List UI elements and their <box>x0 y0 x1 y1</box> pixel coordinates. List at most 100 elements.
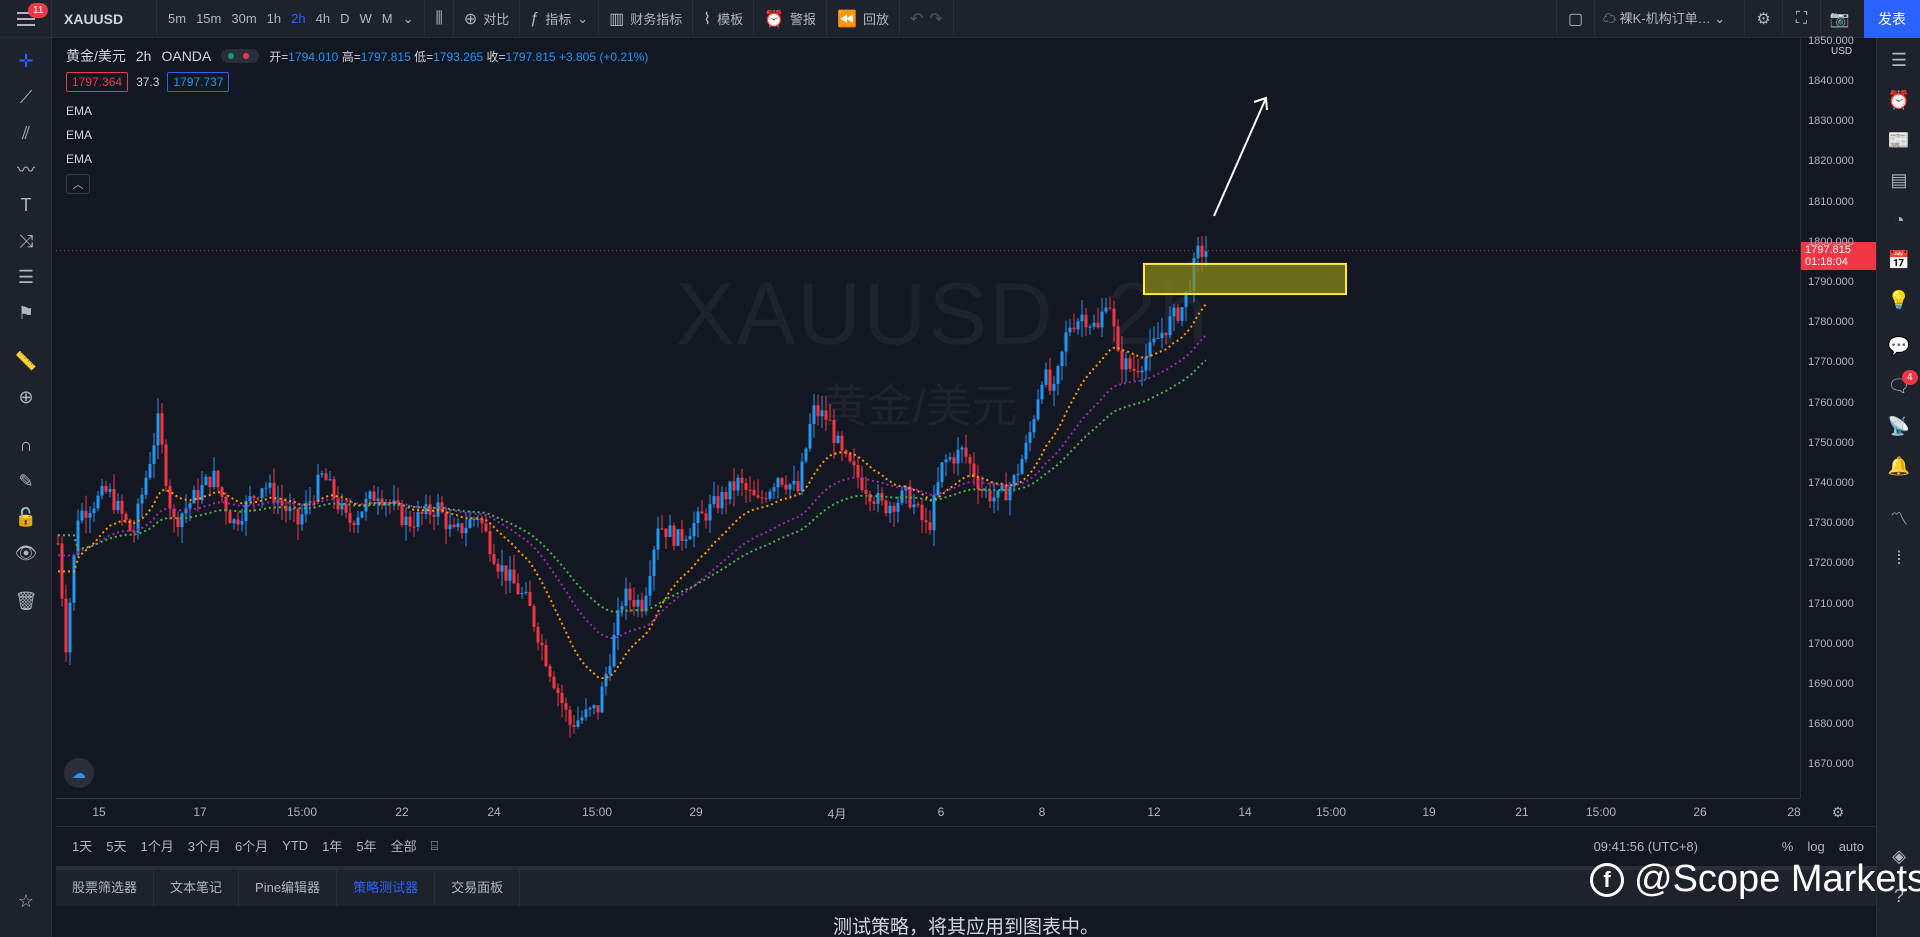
log-toggle[interactable]: log <box>1807 839 1824 854</box>
financials-button[interactable]: ▥ 财务指标 <box>599 0 694 38</box>
templates-button[interactable]: ⌇ 模板 <box>693 0 755 38</box>
indicators-button[interactable]: ƒ 指标 ⌄ <box>520 0 600 38</box>
publish-button[interactable]: 发表 <box>1864 0 1920 38</box>
percent-toggle[interactable]: % <box>1782 839 1794 854</box>
order-panel-button[interactable]: 〽 <box>1877 500 1920 536</box>
interval-D[interactable]: D <box>335 11 354 26</box>
range-8[interactable]: 全部 <box>385 836 425 855</box>
interval-15m[interactable]: 15m <box>191 11 226 26</box>
candle <box>1156 322 1160 340</box>
indicator-ema-3[interactable]: EMA <box>66 152 92 166</box>
candle-body <box>320 473 324 475</box>
ruler-tool[interactable]: 📏 <box>0 344 52 378</box>
range-0[interactable]: 1天 <box>56 836 100 855</box>
price-chart[interactable] <box>56 38 1800 798</box>
bottom-tab-3[interactable]: 策略测试器 <box>337 870 436 906</box>
bottom-tab-0[interactable]: 股票筛选器 <box>56 870 155 906</box>
favorites-tool[interactable]: ☆ <box>0 884 52 918</box>
range-6[interactable]: 1年 <box>316 836 350 855</box>
candle <box>952 452 956 474</box>
interval-M[interactable]: M <box>377 11 398 26</box>
alerts-button[interactable]: ⏰ <box>1877 82 1920 118</box>
delete-tool[interactable]: 🗑 <box>0 584 52 618</box>
dom-button[interactable]: ⁞ <box>1877 540 1920 576</box>
settings-button[interactable]: ⚙ <box>1744 0 1782 38</box>
alert-button[interactable]: ⏰ 警报 <box>754 0 828 38</box>
interval-5m[interactable]: 5m <box>163 11 191 26</box>
replay-button[interactable]: ⏪ 回放 <box>827 0 900 38</box>
undo-icon[interactable]: ↶ <box>910 9 923 29</box>
calendar-button[interactable]: 📅 <box>1877 242 1920 278</box>
goto-date-icon[interactable]: ⌸ <box>425 838 447 854</box>
buy-button[interactable]: 1797.737 <box>167 72 230 92</box>
bottom-tab-4[interactable]: 交易面板 <box>435 870 521 906</box>
crosshair-tool[interactable]: ✛ <box>0 44 52 78</box>
chart-style-button[interactable]: ⫼ <box>425 0 454 38</box>
range-1[interactable]: 5天 <box>100 836 134 855</box>
collapse-legend-button[interactable]: ︿ <box>66 174 90 194</box>
lock-tool[interactable]: 🔓 <box>0 500 52 534</box>
fib-tool[interactable]: ⫽ <box>0 116 52 150</box>
xabcd-icon: ⤨ <box>18 230 34 251</box>
ideas-button[interactable]: 💡 <box>1877 282 1920 318</box>
fullscreen-button[interactable]: ⛶ <box>1782 0 1820 38</box>
icons-tool[interactable]: ⚑ <box>0 296 52 330</box>
indicator-ema-1[interactable]: EMA <box>66 104 92 118</box>
candle-body <box>212 470 216 487</box>
candle <box>68 598 72 665</box>
interval-4h[interactable]: 4h <box>311 11 335 26</box>
watchlist-button[interactable]: ☰ <box>1877 42 1920 78</box>
pattern-tool[interactable]: 〰 <box>0 152 52 186</box>
axis-settings-button[interactable]: ⚙ <box>1800 798 1876 826</box>
market-status-icon[interactable] <box>221 49 260 63</box>
price-axis[interactable]: USD 1797.815 01:18:04 1850.000 1840.000 18… <box>1800 35 1877 798</box>
snapshot-button[interactable]: 📷 <box>1820 0 1858 38</box>
range-7[interactable]: 5年 <box>350 836 384 855</box>
candle-body <box>620 605 624 611</box>
range-4[interactable]: 6个月 <box>229 836 276 855</box>
indicator-ema-2[interactable]: EMA <box>66 128 92 142</box>
stay-drawing-tool[interactable]: ✎ <box>0 464 52 498</box>
zoom-tool[interactable]: ⊕ <box>0 380 52 414</box>
interval-W[interactable]: W <box>354 11 376 26</box>
text-tool[interactable]: T <box>0 188 52 222</box>
chats-button[interactable]: 💬 <box>1877 328 1920 364</box>
magnet-tool[interactable]: ∩ <box>0 428 52 462</box>
series-legend: 黄金/美元 2h OANDA 开=1794.010 高=1797.815 低=1… <box>66 46 648 66</box>
hide-tool[interactable]: 👁 <box>0 536 52 570</box>
candle-body <box>564 703 568 710</box>
prediction-tool[interactable]: ⤨ <box>0 224 52 258</box>
bottom-tab-2[interactable]: Pine编辑器 <box>239 870 338 906</box>
clock[interactable]: 09:41:56 (UTC+8) <box>1594 839 1698 854</box>
range-2[interactable]: 1个月 <box>134 836 181 855</box>
news-button[interactable]: 📰 <box>1877 122 1920 158</box>
symbol-search[interactable]: XAUUSD <box>52 0 157 38</box>
compare-button[interactable]: ⊕ 对比 <box>454 0 521 38</box>
time-axis[interactable]: 15 17 15:00 22 24 15:00 29 4月 6 8 12 14 15:00 19 21 15:… <box>56 798 1801 826</box>
candle-body <box>1048 369 1052 391</box>
streams-button[interactable]: 📡 <box>1877 408 1920 444</box>
trendline-tool[interactable]: ⟋ <box>0 80 52 114</box>
sell-button[interactable]: 1797.364 <box>66 72 129 92</box>
candle-body <box>404 516 408 526</box>
private-chats-button[interactable]: 🗨 4 <box>1877 368 1920 404</box>
layout-grid-button[interactable]: ▢ <box>1556 0 1594 38</box>
auto-toggle[interactable]: auto <box>1839 839 1864 854</box>
data-window-button[interactable]: ▤ <box>1877 162 1920 198</box>
bottom-tab-1[interactable]: 文本笔记 <box>154 870 240 906</box>
main-menu-button[interactable]: 11 <box>0 0 52 38</box>
interval-30m[interactable]: 30m <box>226 11 261 26</box>
hotlist-button[interactable]: ◔ <box>1877 202 1920 238</box>
candle-body <box>328 479 332 481</box>
redo-icon[interactable]: ↷ <box>929 9 942 29</box>
range-5[interactable]: YTD <box>276 838 316 853</box>
interval-2h[interactable]: 2h <box>286 11 310 26</box>
layout-selector[interactable]: ☁ 裸K-机构订单… ⌄ <box>1594 0 1744 38</box>
range-3[interactable]: 3个月 <box>182 836 229 855</box>
chevron-down-icon[interactable]: ⌄ <box>398 11 419 27</box>
notifications-button[interactable]: 🔔 <box>1877 448 1920 484</box>
tradingview-logo-icon[interactable]: ☁ <box>64 758 94 788</box>
chart-pane[interactable]: XAUUSD, 2h 黄金/美元 黄金/美元 2h OANDA 开=1794.0… <box>56 38 1800 798</box>
interval-1h[interactable]: 1h <box>262 11 286 26</box>
forecast-tool[interactable]: ☰ <box>0 260 52 294</box>
